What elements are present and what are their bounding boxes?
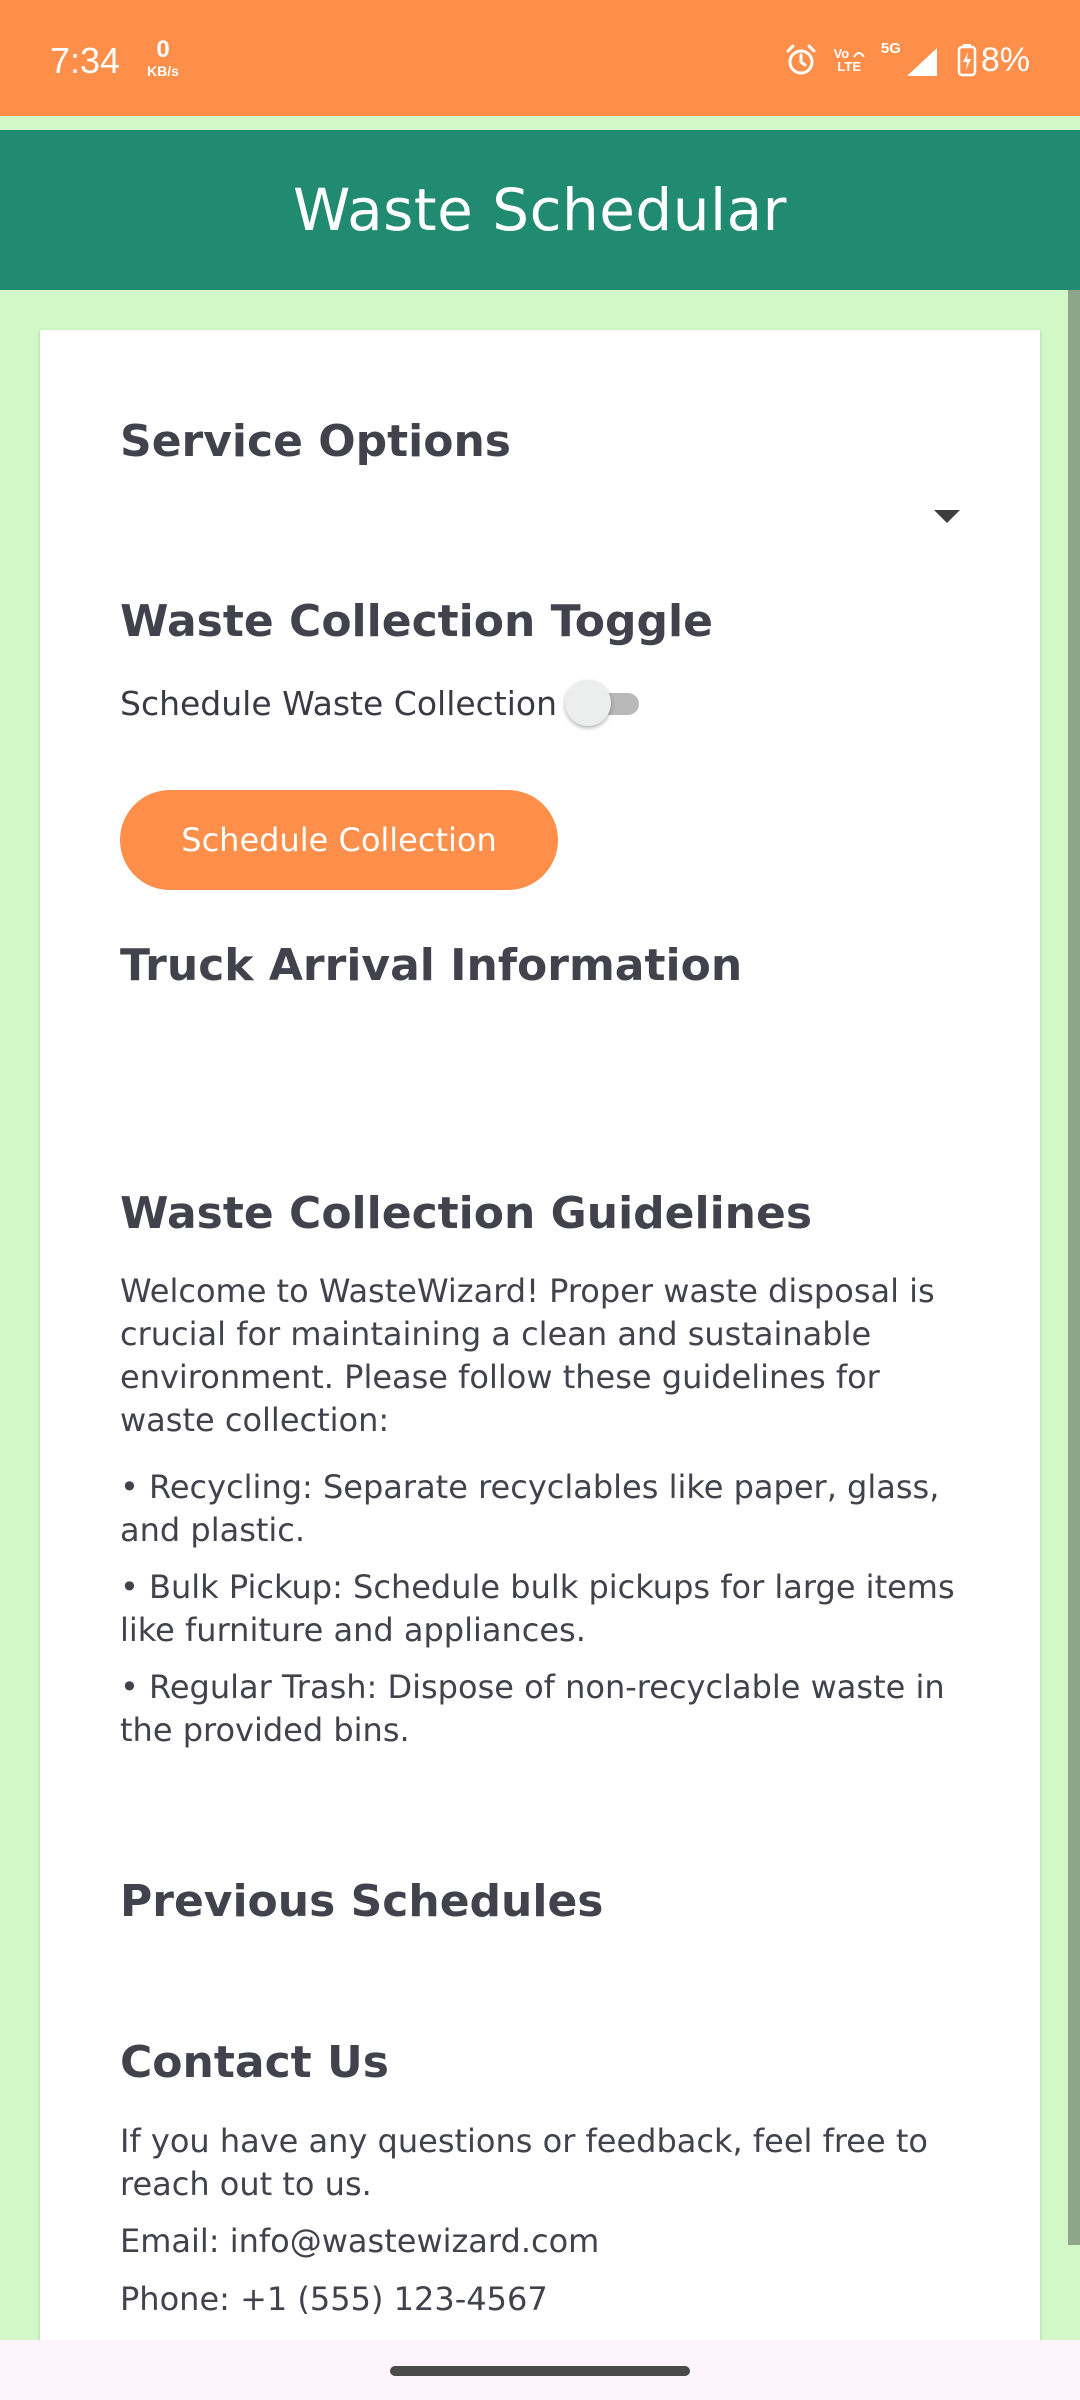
scrollbar-thumb[interactable]: [1068, 290, 1080, 2245]
previous-schedules-title: Previous Schedules: [120, 1876, 604, 1927]
guidelines-intro: Welcome to WasteWizard! Proper waste dis…: [120, 1272, 935, 1439]
contact-message: If you have any questions or feedback, f…: [120, 2122, 928, 2203]
network-speed: 0 KB/s: [140, 36, 186, 79]
status-icons: Vo LTE 5G 8%: [784, 40, 1030, 80]
network-speed-value: 0: [156, 36, 170, 63]
contact-email: Email: info@wastewizard.com: [120, 2222, 600, 2260]
battery-indicator: 8%: [957, 41, 1030, 80]
volte-icon: Vo LTE: [834, 47, 865, 73]
app-title: Waste Schedular: [293, 176, 787, 244]
dropdown-arrow-icon[interactable]: [934, 510, 960, 523]
status-time: 7:34: [50, 40, 121, 81]
battery-percent: 8%: [980, 40, 1030, 79]
switch-thumb: [565, 680, 612, 726]
app-bar: Waste Schedular: [0, 130, 1080, 290]
waste-collection-toggle-title: Waste Collection Toggle: [120, 596, 713, 647]
schedule-waste-collection-label: Schedule Waste Collection: [120, 683, 558, 723]
home-gesture-handle[interactable]: [390, 2366, 690, 2376]
network-speed-unit: KB/s: [147, 63, 179, 79]
contact-phone: Phone: +1 (555) 123-4567: [120, 2280, 548, 2318]
status-bar-divider: [0, 116, 1080, 130]
schedule-waste-collection-switch[interactable]: [565, 675, 649, 731]
truck-arrival-title: Truck Arrival Information: [120, 940, 743, 991]
guideline-item-regular-trash: • Regular Trash: Dispose of non-recyclab…: [120, 1668, 945, 1749]
guidelines-title: Waste Collection Guidelines: [120, 1188, 813, 1239]
battery-charging-icon: [957, 43, 977, 77]
guideline-item-bulk-pickup: • Bulk Pickup: Schedule bulk pickups for…: [120, 1568, 955, 1649]
status-bar: 7:34 0 KB/s Vo LTE 5G 8%: [0, 0, 1080, 116]
contact-us-title: Contact Us: [120, 2037, 389, 2088]
volte-bottom-label: LTE: [837, 59, 862, 74]
guideline-item-recycling: • Recycling: Separate recyclables like p…: [120, 1468, 940, 1549]
schedule-collection-button[interactable]: Schedule Collection: [120, 790, 558, 890]
signal-5g-icon: 5G: [881, 40, 941, 80]
alarm-icon: [784, 43, 818, 77]
service-options-title: Service Options: [120, 416, 511, 467]
schedule-waste-collection-row: Schedule Waste Collection: [120, 675, 649, 731]
content-card: Service Options Waste Collection Toggle …: [40, 330, 1040, 2340]
service-options-dropdown[interactable]: [120, 478, 960, 558]
